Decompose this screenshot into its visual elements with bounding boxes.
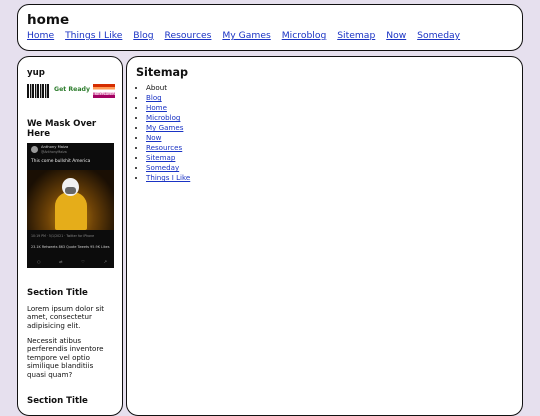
sitemap-link[interactable]: Microblog [146,113,180,122]
sidebar-title-mask: We Mask Over Here [27,119,97,139]
tweet-photo [27,170,114,230]
main-content-panel: Sitemap AboutBlogHomeMicroblogMy GamesNo… [126,56,523,416]
sitemap-item: Home [146,103,190,113]
sitemap-link[interactable]: Someday [146,163,179,172]
tweet-screenshot-image: Anthony Maiza @AnthonyMaiza This come bu… [27,143,114,268]
nav-link-things-i-like[interactable]: Things I Like [65,30,122,41]
tweet-text: This come bullshit America [31,159,91,164]
sitemap-list: AboutBlogHomeMicroblogMy GamesNowResourc… [145,83,190,183]
sitemap-item: Someday [146,163,190,173]
sitemap-item: Blog [146,93,190,103]
tweet-stats: 23.1K Retweets 863 Quote Tweets 95.9K Li… [31,245,110,249]
reply-icon: ○ [37,259,41,264]
sitemap-link[interactable]: Things I Like [146,173,190,182]
sidebar-title-yup: yup [27,68,45,78]
sidebar-paragraph-1: Lorem ipsum dolor sit amet, consectetur … [27,304,105,330]
main-nav: Home Things I Like Blog Resources My Gam… [27,30,468,41]
sitemap-link[interactable]: My Games [146,123,183,132]
site-title: home [27,12,70,28]
like-icon: ♡ [81,259,85,264]
tweet-avatar [31,146,38,153]
retweet-icon: ⇄ [59,259,63,264]
sitemap-link[interactable]: Home [146,103,167,112]
badge-row: Get Ready KEYPLAYER [27,84,115,98]
sitemap-item: Things I Like [146,173,190,183]
header-panel: home Home Things I Like Blog Resources M… [17,4,523,51]
sitemap-link[interactable]: Blog [146,93,162,102]
nav-link-blog[interactable]: Blog [133,30,153,41]
sitemap-link[interactable]: Resources [146,143,182,152]
nav-link-now[interactable]: Now [386,30,406,41]
pride-flag-badge-text: KEYPLAYER [95,92,115,96]
pride-flag-badge[interactable]: KEYPLAYER [93,84,115,98]
page-title: Sitemap [136,66,189,79]
nav-link-microblog[interactable]: Microblog [282,30,327,41]
share-icon: ↗ [103,259,107,264]
sitemap-link[interactable]: Sitemap [146,153,175,162]
sitemap-item: Sitemap [146,153,190,163]
sitemap-item: Now [146,133,190,143]
nav-link-someday[interactable]: Someday [417,30,460,41]
sitemap-item: Resources [146,143,190,153]
nav-link-home[interactable]: Home [27,30,54,41]
sidebar-section-title: Section Title [27,288,88,298]
sitemap-item: Microblog [146,113,190,123]
barcode-badge[interactable] [27,84,50,98]
sitemap-text: About [146,83,167,92]
sitemap-item: About [146,83,190,93]
tweet-meta: 10:19 PM · 5/1/2021 · Twitter for iPhone [31,234,95,238]
sidebar-paragraph-2: Necessit atibus perferendis inventore te… [27,336,104,379]
sitemap-link[interactable]: Now [146,133,161,142]
sidebar-panel: yup Get Ready KEYPLAYER We Mask Over Her… [17,56,123,416]
nav-link-my-games[interactable]: My Games [222,30,270,41]
nav-link-sitemap[interactable]: Sitemap [337,30,375,41]
get-ready-badge[interactable]: Get Ready [54,86,90,93]
person-body [55,192,87,230]
nav-link-resources[interactable]: Resources [165,30,212,41]
tweet-actions: ○ ⇄ ♡ ↗ [37,259,107,264]
gas-mask [65,187,76,194]
tweet-author-name: Anthony Maiza [41,145,69,149]
tweet-author-handle: @AnthonyMaiza [41,149,67,154]
sitemap-item: My Games [146,123,190,133]
